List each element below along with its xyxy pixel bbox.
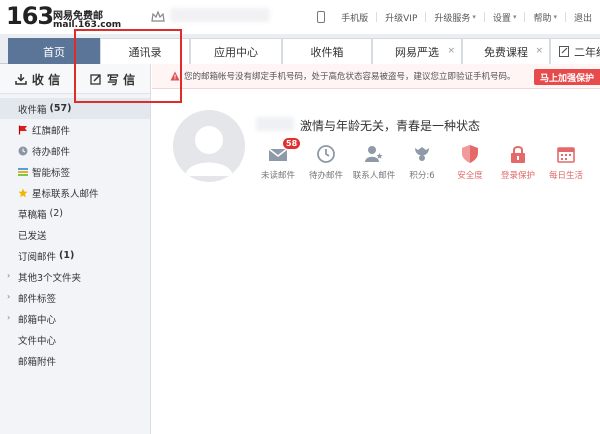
contact-star-icon	[365, 146, 383, 162]
security-notice: 您的邮箱帐号没有绑定手机号码，处于高危状态容易被盗号，建议您立即验证手机号码。 …	[152, 64, 600, 89]
lock-icon	[511, 146, 525, 163]
star-icon	[18, 188, 28, 197]
clock-icon	[18, 146, 28, 155]
stat-security[interactable]: 安全度	[446, 144, 494, 181]
close-icon[interactable]: ×	[447, 46, 455, 56]
tab-yanxuan[interactable]: 网易严选 ×	[372, 38, 462, 64]
chevron-right-icon[interactable]: ›	[7, 292, 10, 301]
tab-inbox[interactable]: 收件箱	[282, 38, 372, 64]
unread-badge: 58	[283, 138, 301, 149]
edit-document-icon	[559, 46, 569, 57]
stat-todo[interactable]: 待办邮件	[302, 144, 350, 181]
phone-icon	[317, 11, 326, 23]
logo-number: 163	[6, 2, 54, 30]
chevron-right-icon[interactable]: ›	[7, 313, 10, 322]
folder-file-center[interactable]: 文件中心	[0, 329, 150, 350]
receive-button[interactable]: 收 信	[0, 64, 75, 94]
tag-stack-icon	[18, 167, 28, 176]
close-icon[interactable]: ×	[535, 46, 543, 56]
folder-attachments[interactable]: 邮箱附件	[0, 350, 150, 371]
stats-row: 58 未读邮件 待办邮件 联系人邮件 积分:6 安全度 登录保护 每日生活	[254, 138, 590, 181]
crown-icon[interactable]	[150, 9, 166, 25]
user-email-blurred	[170, 8, 270, 22]
strengthen-protection-button[interactable]: 马上加强保护	[533, 69, 600, 85]
download-icon	[15, 74, 27, 85]
toplink-vip[interactable]: 升级VIP	[377, 11, 425, 24]
red-flag-icon	[18, 125, 27, 134]
avatar[interactable]	[173, 110, 245, 182]
chevron-down-icon: ▾	[553, 13, 557, 21]
username-blurred	[256, 117, 294, 131]
chevron-down-icon: ▾	[472, 13, 476, 21]
profile-motto: 激情与年龄无关，青春是一种状态	[300, 119, 481, 133]
folder-list: 收件箱 (57) 红旗邮件 待办邮件 智能标签 星标联系人邮件 草稿箱 (2) …	[0, 94, 150, 371]
sidebar: 收 信 写 信 收件箱 (57) 红旗邮件 待办邮件 智能标签 星标联系人邮件 …	[0, 64, 151, 434]
folder-subscriptions[interactable]: 订阅邮件 (1)	[0, 245, 150, 266]
clock-icon	[317, 145, 335, 163]
folder-sent[interactable]: 已发送	[0, 224, 150, 245]
folder-other[interactable]: › 其他3个文件夹	[0, 266, 150, 287]
points-icon	[415, 147, 429, 161]
chevron-right-icon[interactable]: ›	[7, 271, 10, 280]
toplink-settings[interactable]: 设置 ▾	[485, 11, 525, 24]
highlight-box	[74, 29, 182, 103]
folder-todo[interactable]: 待办邮件	[0, 140, 150, 161]
folder-drafts[interactable]: 草稿箱 (2)	[0, 203, 150, 224]
tab-app-center[interactable]: 应用中心	[190, 38, 282, 64]
chevron-down-icon: ▾	[512, 13, 517, 21]
calendar-icon	[557, 147, 575, 163]
notice-text: 您的邮箱帐号没有绑定手机号码，处于高危状态容易被盗号，建议您立即验证手机号码。	[184, 72, 516, 82]
toplink-mobile[interactable]: 手机版	[333, 11, 376, 24]
stat-unread[interactable]: 58 未读邮件	[254, 138, 302, 181]
folder-mail-center[interactable]: › 邮箱中心	[0, 308, 150, 329]
stat-login-protection[interactable]: 登录保护	[494, 144, 542, 181]
stat-contact-mail[interactable]: 联系人邮件	[350, 144, 398, 181]
stat-points[interactable]: 积分:6	[398, 144, 446, 181]
toplink-upgrade[interactable]: 升级服务 ▾	[426, 11, 484, 24]
shield-icon	[462, 145, 478, 163]
folder-starred-contacts[interactable]: 星标联系人邮件	[0, 182, 150, 203]
folder-smart-tag[interactable]: 智能标签	[0, 161, 150, 182]
tab-free-courses[interactable]: 免费课程 ×	[462, 38, 550, 64]
tab-document[interactable]: 二年级	[550, 38, 600, 64]
top-links: 手机版 升级VIP 升级服务 ▾ 设置 ▾ 帮助 ▾ 退出	[313, 0, 600, 34]
folder-mail-tags[interactable]: › 邮件标签	[0, 287, 150, 308]
logo[interactable]: 163 网易免费邮 mail.163.com	[6, 2, 121, 30]
folder-red-flag[interactable]: 红旗邮件	[0, 119, 150, 140]
toplink-help[interactable]: 帮助 ▾	[525, 11, 565, 24]
default-avatar-icon	[173, 110, 245, 182]
stat-daily-life[interactable]: 每日生活	[542, 144, 590, 181]
toplink-logout[interactable]: 退出	[566, 11, 600, 24]
